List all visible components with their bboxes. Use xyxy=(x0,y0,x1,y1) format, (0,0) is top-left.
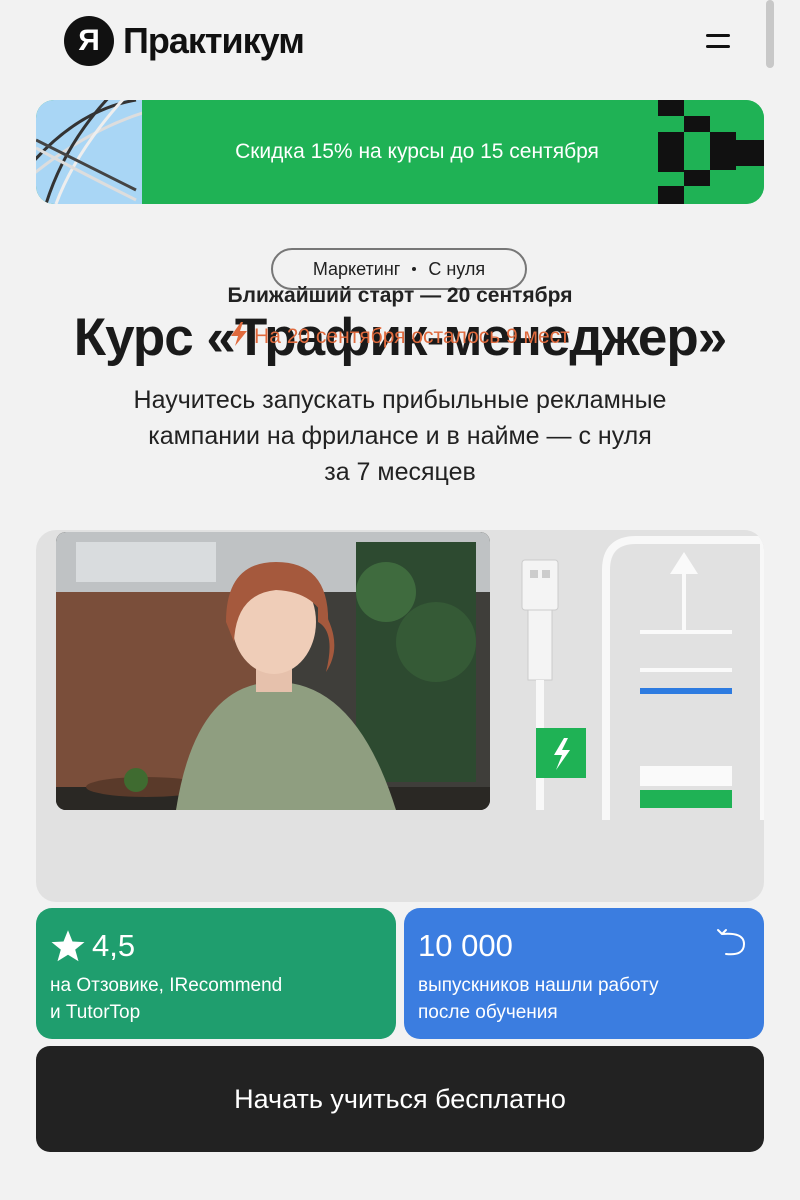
subtitle-line-1: Научитесь запускать прибыльные рекламные xyxy=(133,386,667,414)
promo-banner[interactable]: Скидка 15% на курсы до 15 сентября xyxy=(36,100,764,204)
start-free-button[interactable]: Начать учиться бесплатно xyxy=(36,1046,764,1152)
menu-icon-bar-bottom xyxy=(706,45,730,48)
charging-progress-graphic xyxy=(506,530,764,820)
nearest-start: Ближайший старт — 20 сентября xyxy=(227,284,573,307)
subtitle-line-2: кампании на фрилансе и в найме — с нуля xyxy=(148,422,652,450)
pixel-arrow-pattern xyxy=(658,100,764,204)
graduates-desc-line-1: выпускников нашли работу xyxy=(418,975,659,996)
seats-left: На 20 сентября осталось 9 мест xyxy=(0,322,800,352)
rating-description: на Отзовике, IRecommend и TutorTop xyxy=(50,972,370,1026)
tag-separator xyxy=(412,267,417,271)
course-subtitle: Научитесь запускать прибыльные рекламные… xyxy=(80,382,720,490)
tag-from-scratch: С нуля xyxy=(428,258,486,279)
student-photo xyxy=(56,532,490,810)
logo-icon[interactable]: Я xyxy=(64,16,114,66)
seats-text: На 20 сентября осталось 9 мест xyxy=(254,325,570,348)
flip-arrow-icon[interactable] xyxy=(716,926,748,963)
promo-text: Скидка 15% на курсы до 15 сентября xyxy=(235,140,599,163)
subtitle-line-3: за 7 месяцев xyxy=(324,458,476,486)
promo-globe-graphic xyxy=(36,100,147,204)
graduates-value: 10 000 xyxy=(418,928,513,963)
graduates-desc-line-2: после обучения xyxy=(418,1002,558,1023)
scrollbar[interactable] xyxy=(766,0,774,68)
menu-icon-bar-top xyxy=(706,34,730,37)
student-illustration xyxy=(56,532,490,810)
globe-icon xyxy=(36,100,147,204)
rating-desc-line-1: на Отзовике, IRecommend xyxy=(50,975,283,996)
star-icon xyxy=(50,928,86,969)
graduates-card[interactable]: 10 000 выпускников нашли работу после об… xyxy=(404,908,764,1039)
graduates-description: выпускников нашли работу после обучения xyxy=(418,972,738,1026)
logo-text[interactable]: Практикум xyxy=(123,20,305,62)
rating-desc-line-2: и TutorTop xyxy=(50,1002,141,1023)
rating-value: 4,5 xyxy=(92,928,136,963)
rating-card[interactable]: 4,5 на Отзовике, IRecommend и TutorTop xyxy=(36,908,396,1039)
tag-marketing: Маркетинг xyxy=(312,258,401,279)
hero-card xyxy=(36,530,764,902)
lightning-icon xyxy=(230,322,248,352)
menu-button[interactable] xyxy=(700,30,736,54)
